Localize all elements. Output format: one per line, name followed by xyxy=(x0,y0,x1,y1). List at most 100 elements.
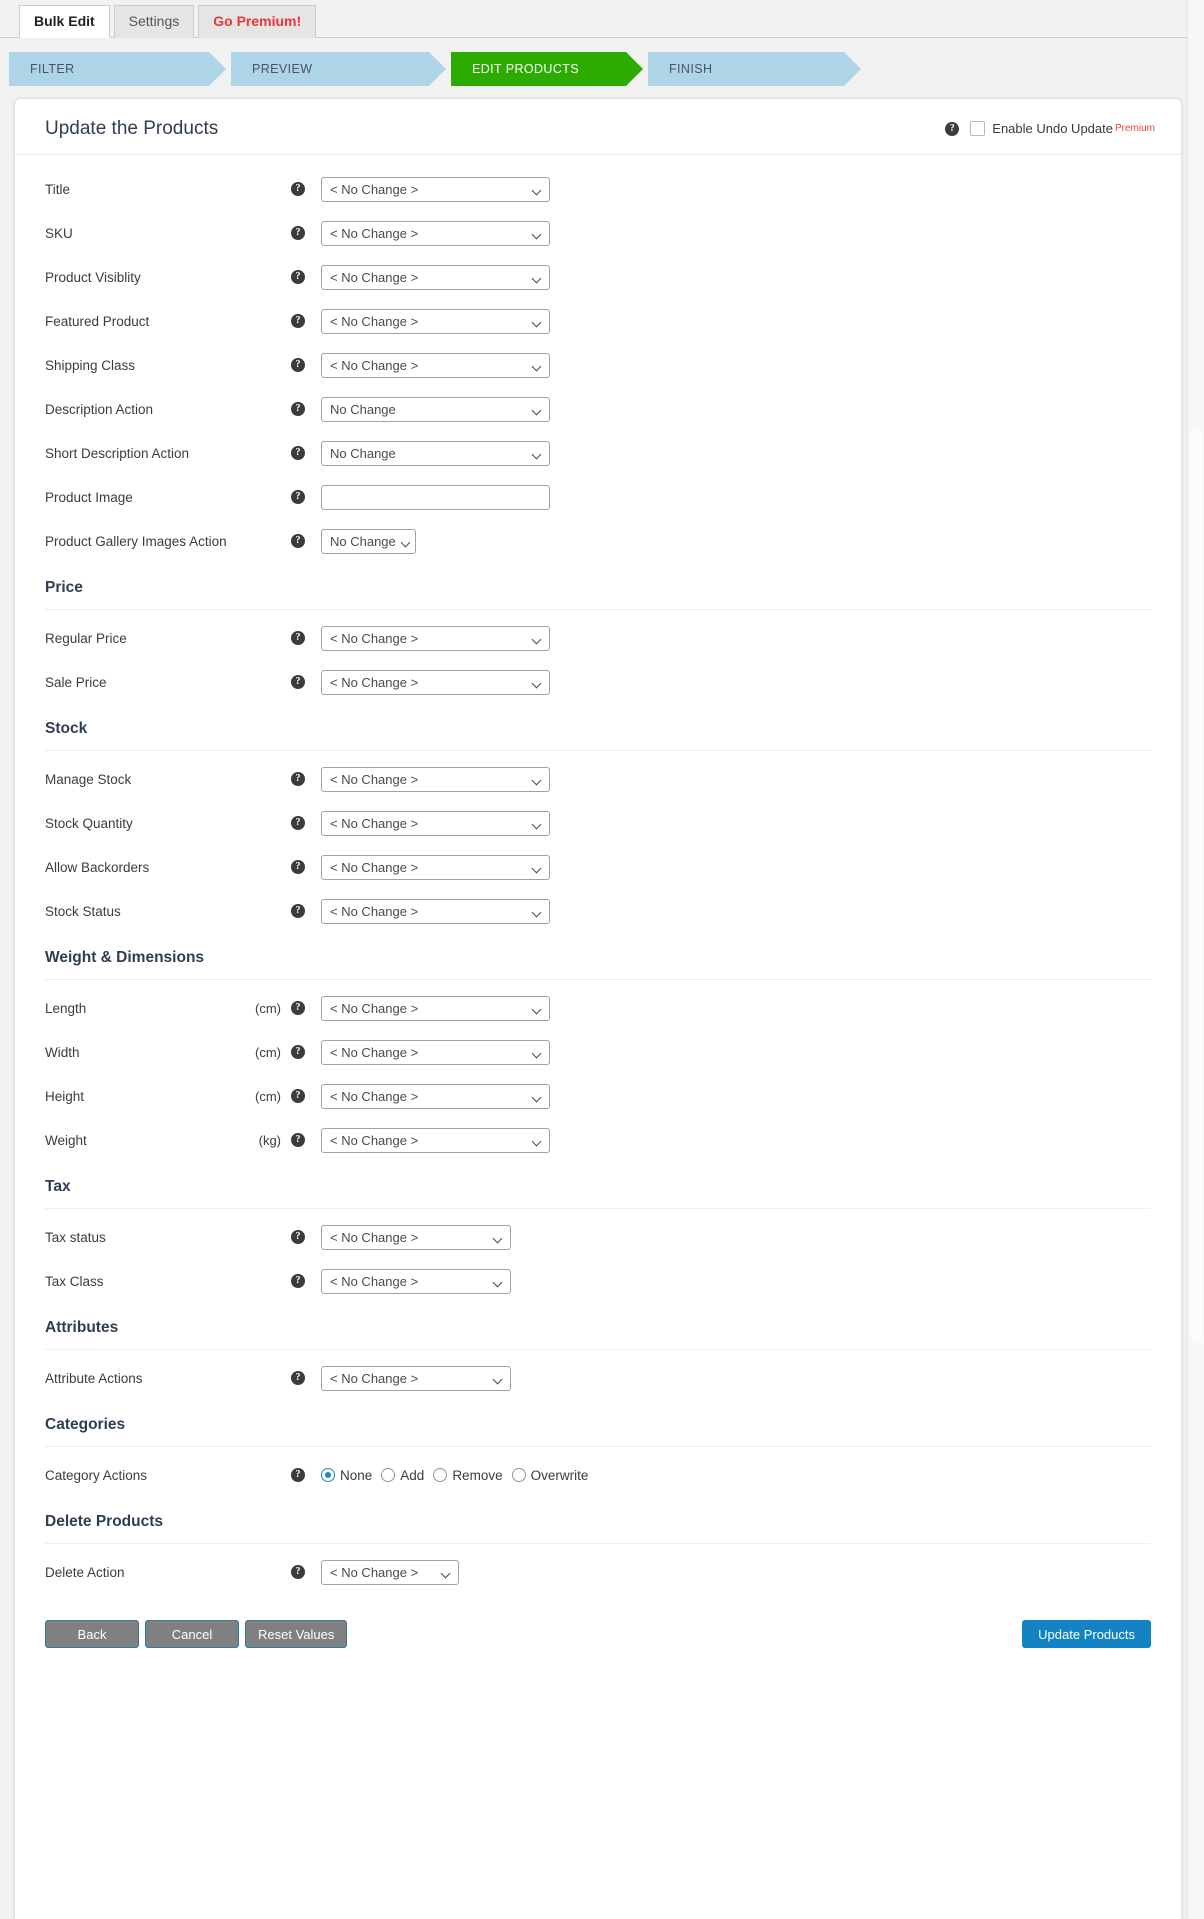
field-row-stock-quantity: Stock Quantity? < No Change > xyxy=(45,801,1151,845)
help-icon[interactable]: ? xyxy=(291,1274,305,1288)
help-icon[interactable]: ? xyxy=(291,534,305,548)
help-icon[interactable]: ? xyxy=(291,816,305,830)
help-cell: ? xyxy=(291,904,321,918)
select-weight[interactable]: < No Change > xyxy=(321,1127,550,1153)
step-filter[interactable]: FILTER xyxy=(9,52,226,86)
form-body: Title? < No Change > SKU? < No Change > Prod… xyxy=(15,155,1181,1594)
field-row-short-description-action: Short Description Action? No Change xyxy=(45,431,1151,475)
help-icon[interactable]: ? xyxy=(291,1371,305,1385)
section-heading-categories: Categories xyxy=(45,1416,126,1433)
help-icon[interactable]: ? xyxy=(291,402,305,416)
page-scrollbar[interactable] xyxy=(1187,0,1204,1919)
tab-settings[interactable]: Settings xyxy=(113,5,195,38)
field-row-sale-price: Sale Price? < No Change > xyxy=(45,660,1151,704)
help-icon[interactable]: ? xyxy=(291,1565,305,1579)
field-row-sku: SKU? < No Change > xyxy=(45,211,1151,255)
select-tax-class[interactable]: < No Change > xyxy=(321,1268,511,1294)
select-length[interactable]: < No Change > xyxy=(321,995,550,1021)
field-label-manage-stock: Manage Stock xyxy=(45,771,132,787)
step-edit-products[interactable]: EDIT PRODUCTS xyxy=(451,52,643,86)
help-icon[interactable]: ? xyxy=(291,675,305,689)
help-cell: ? xyxy=(291,1565,321,1579)
select-tax-status[interactable]: < No Change > xyxy=(321,1224,511,1250)
help-icon[interactable]: ? xyxy=(291,490,305,504)
help-icon[interactable]: ? xyxy=(291,270,305,284)
cancel-button[interactable]: Cancel xyxy=(145,1620,239,1648)
help-icon[interactable]: ? xyxy=(291,860,305,874)
select-description-action[interactable]: No Change xyxy=(321,396,550,422)
update-products-card: Update the Products ? Enable Undo Update… xyxy=(14,98,1182,1919)
select-attribute-actions[interactable]: < No Change > xyxy=(321,1365,511,1391)
field-unit-height: (cm) xyxy=(255,1088,281,1104)
radio-remove[interactable]: Remove xyxy=(433,1467,503,1483)
help-icon[interactable]: ? xyxy=(291,904,305,918)
tab-bulk-edit[interactable]: Bulk Edit xyxy=(19,5,110,38)
select-stock-quantity[interactable]: < No Change > xyxy=(321,810,550,836)
radio-label-remove: Remove xyxy=(452,1467,503,1483)
help-icon[interactable]: ? xyxy=(291,358,305,372)
select-stock-status[interactable]: < No Change > xyxy=(321,898,550,924)
select-sale-price[interactable]: < No Change > xyxy=(321,669,550,695)
select-title[interactable]: < No Change > xyxy=(321,176,550,202)
select-featured-product[interactable]: < No Change > xyxy=(321,308,550,334)
enable-undo-update-checkbox[interactable] xyxy=(970,121,986,136)
field-row-attribute-actions: Attribute Actions? < No Change > xyxy=(45,1356,1151,1400)
select-short-description-action[interactable]: No Change xyxy=(321,440,550,466)
section-divider xyxy=(45,1208,1151,1209)
field-row-tax-class: Tax Class? < No Change > xyxy=(45,1259,1151,1303)
help-icon[interactable]: ? xyxy=(291,446,305,460)
section-delete-products: Delete Products Delete Action? < No Change… xyxy=(45,1513,1151,1594)
help-icon[interactable]: ? xyxy=(291,314,305,328)
field-unit-width: (cm) xyxy=(255,1044,281,1060)
field-row-allow-backorders: Allow Backorders? < No Change > xyxy=(45,845,1151,889)
help-icon[interactable]: ? xyxy=(291,1045,305,1059)
radio-overwrite[interactable]: Overwrite xyxy=(511,1467,589,1483)
radio-label-overwrite: Overwrite xyxy=(530,1467,589,1483)
tab-go-premium[interactable]: Go Premium! xyxy=(198,5,317,38)
help-icon[interactable]: ? xyxy=(291,1230,305,1244)
help-icon[interactable]: ? xyxy=(291,631,305,645)
radio-none[interactable]: None xyxy=(321,1468,372,1483)
section-divider xyxy=(45,1446,1151,1447)
radio-add[interactable]: Add xyxy=(381,1468,424,1483)
back-button[interactable]: Back xyxy=(45,1620,139,1648)
help-icon[interactable]: ? xyxy=(291,1001,305,1015)
radio-group-category-actions: None Add Remove Overwrite xyxy=(321,1468,597,1483)
help-icon[interactable]: ? xyxy=(291,1133,305,1147)
field-label-shipping-class: Shipping Class xyxy=(45,357,136,373)
radio-dot-add[interactable] xyxy=(381,1468,396,1482)
field-row-featured-product: Featured Product? < No Change > xyxy=(45,299,1151,343)
select-width[interactable]: < No Change > xyxy=(321,1039,550,1065)
step-preview[interactable]: PREVIEW xyxy=(231,52,446,86)
select-allow-backorders[interactable]: < No Change > xyxy=(321,854,550,880)
radio-dot-overwrite[interactable] xyxy=(511,1468,526,1482)
reset-values-button[interactable]: Reset Values xyxy=(245,1620,348,1648)
section-stock: Stock Manage Stock? < No Change > Stock Qua… xyxy=(45,720,1151,933)
select-regular-price[interactable]: < No Change > xyxy=(321,625,550,651)
help-icon[interactable]: ? xyxy=(291,772,305,786)
update-products-button[interactable]: Update Products xyxy=(1022,1620,1151,1648)
form-footer: Back Cancel Reset Values Update Products xyxy=(15,1616,1181,1652)
select-manage-stock[interactable]: < No Change > xyxy=(321,766,550,792)
help-icon[interactable]: ? xyxy=(945,121,960,136)
help-cell: ? xyxy=(291,860,321,874)
field-label-short-description-action: Short Description Action xyxy=(45,445,190,461)
select-height[interactable]: < No Change > xyxy=(321,1083,550,1109)
step-finish[interactable]: FINISH xyxy=(648,52,861,86)
help-icon[interactable]: ? xyxy=(291,1468,305,1482)
select-product-visiblity[interactable]: < No Change > xyxy=(321,264,550,290)
help-icon[interactable]: ? xyxy=(291,226,305,240)
select-product-gallery-images-action[interactable]: No Change xyxy=(321,528,416,554)
select-sku[interactable]: < No Change > xyxy=(321,220,550,246)
radio-dot-none[interactable] xyxy=(321,1468,335,1482)
select-delete-action[interactable]: < No Change > xyxy=(321,1559,459,1585)
radio-dot-remove[interactable] xyxy=(433,1468,448,1482)
section-divider xyxy=(45,979,1151,980)
help-icon[interactable]: ? xyxy=(291,1089,305,1103)
input-product-image[interactable] xyxy=(321,484,550,510)
select-shipping-class[interactable]: < No Change > xyxy=(321,352,550,378)
scrollbar-thumb[interactable] xyxy=(1190,430,1203,1342)
help-icon[interactable]: ? xyxy=(291,182,305,196)
field-label-regular-price: Regular Price xyxy=(45,630,127,646)
field-unit-length: (cm) xyxy=(255,1000,281,1016)
